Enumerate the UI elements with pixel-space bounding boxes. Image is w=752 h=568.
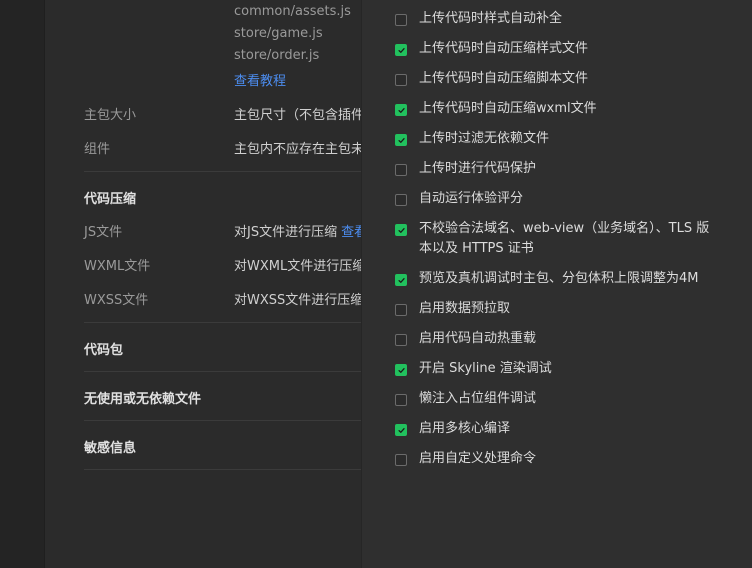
divider	[84, 469, 361, 470]
setting-option[interactable]: 上传代码时自动压缩wxml文件	[395, 101, 735, 119]
setting-option-label: 开启 Skyline 渲染调试	[419, 361, 552, 376]
local-settings-panel: 上传代码时样式自动补全上传代码时自动压缩样式文件 上传代码时自动压缩脚本文件 上传代…	[361, 0, 752, 568]
setting-option-label: 上传代码时自动压缩wxml文件	[419, 101, 597, 116]
section-code-package[interactable]: 代码包	[84, 339, 123, 358]
checkmark-icon	[397, 227, 405, 233]
setting-option[interactable]: 启用自定义处理命令	[395, 451, 735, 469]
setting-option[interactable]: 预览及真机调试时主包、分包体积上限调整为4M	[395, 271, 735, 289]
setting-option-label: 上传代码时自动压缩脚本文件	[419, 71, 589, 86]
checkbox-unchecked[interactable]	[395, 454, 407, 466]
checkbox-unchecked[interactable]	[395, 74, 407, 86]
components-value: 主包内不应存在主包未	[234, 142, 361, 157]
wxss-file-label: WXSS文件	[84, 293, 149, 308]
checkmark-icon	[397, 367, 405, 373]
checkbox-checked[interactable]	[395, 364, 407, 376]
file-path: store/game.js	[234, 26, 323, 41]
file-path: common/assets.js	[234, 4, 351, 19]
checkmark-icon	[397, 47, 405, 53]
checkbox-checked[interactable]	[395, 424, 407, 436]
setting-option[interactable]: 开启 Skyline 渲染调试	[395, 361, 735, 379]
wxml-file-label: WXML文件	[84, 259, 151, 274]
setting-option-label: 上传代码时样式自动补全	[419, 11, 563, 26]
checkbox-checked[interactable]	[395, 44, 407, 56]
checkbox-checked[interactable]	[395, 134, 407, 146]
section-unused-files[interactable]: 无使用或无依赖文件	[84, 388, 201, 407]
js-file-label: JS文件	[84, 225, 123, 240]
js-file-text: 对JS文件进行压缩	[234, 225, 338, 240]
checkbox-unchecked[interactable]	[395, 194, 407, 206]
section-code-compress[interactable]: 代码压缩	[84, 188, 136, 207]
setting-option-label: 不校验合法域名、web-view（业务域名）、TLS 版本以及 HTTPS 证书	[419, 221, 710, 256]
setting-option[interactable]: 上传时进行代码保护	[395, 161, 735, 179]
checkbox-checked[interactable]	[395, 224, 407, 236]
setting-option-label: 懒注入占位组件调试	[419, 391, 537, 406]
view-tutorial-link[interactable]: 查看教程	[234, 70, 286, 89]
setting-option-label: 自动运行体验评分	[419, 191, 524, 206]
checkmark-icon	[397, 277, 405, 283]
wxss-file-value: 对WXSS文件进行压缩	[234, 293, 361, 308]
checkmark-icon	[397, 137, 405, 143]
setting-option[interactable]: 不校验合法域名、web-view（业务域名）、TLS 版本以及 HTTPS 证书	[395, 221, 735, 259]
checkbox-unchecked[interactable]	[395, 334, 407, 346]
setting-option[interactable]: 上传代码时自动压缩样式文件	[395, 41, 735, 59]
section-sensitive-info[interactable]: 敏感信息	[84, 437, 136, 456]
setting-option[interactable]: 上传时过滤无依赖文件	[395, 131, 735, 149]
checkbox-unchecked[interactable]	[395, 164, 407, 176]
checkbox-unchecked[interactable]	[395, 14, 407, 26]
setting-option[interactable]: 启用数据预拉取	[395, 301, 735, 319]
code-quality-panel: common/assets.js store/game.js store/ord…	[45, 0, 361, 568]
js-file-value: 对JS文件进行压缩 查看	[234, 221, 361, 240]
file-path: store/order.js	[234, 48, 320, 63]
setting-option-label: 上传时进行代码保护	[419, 161, 537, 176]
setting-option-label: 启用代码自动热重载	[419, 331, 537, 346]
divider	[84, 322, 361, 323]
checkmark-icon	[397, 107, 405, 113]
divider	[84, 420, 361, 421]
main-package-size-value: 主包尺寸（不包含插件	[234, 108, 361, 123]
main-package-size-label: 主包大小	[84, 108, 137, 123]
setting-option-label: 启用自定义处理命令	[419, 451, 537, 466]
setting-option-label: 预览及真机调试时主包、分包体积上限调整为4M	[419, 271, 699, 286]
checkbox-unchecked[interactable]	[395, 304, 407, 316]
setting-option[interactable]: 上传代码时自动压缩脚本文件	[395, 71, 735, 89]
setting-option-label: 启用数据预拉取	[419, 301, 511, 316]
divider	[84, 371, 361, 372]
setting-option-label: 上传代码时自动压缩样式文件	[419, 41, 589, 56]
setting-option[interactable]: 上传代码时样式自动补全	[395, 11, 735, 29]
components-label: 组件	[84, 142, 111, 157]
setting-option[interactable]: 自动运行体验评分	[395, 191, 735, 209]
setting-option[interactable]: 启用代码自动热重载	[395, 331, 735, 349]
left-strip	[0, 0, 45, 568]
checkbox-checked[interactable]	[395, 104, 407, 116]
checkbox-checked[interactable]	[395, 274, 407, 286]
wxml-file-value: 对WXML文件进行压缩	[234, 259, 361, 274]
js-file-view-link[interactable]: 查看	[341, 225, 361, 240]
checkbox-unchecked[interactable]	[395, 394, 407, 406]
checkmark-icon	[397, 427, 405, 433]
divider	[84, 171, 361, 172]
setting-option-label: 上传时过滤无依赖文件	[419, 131, 550, 146]
setting-option[interactable]: 启用多核心编译	[395, 421, 735, 439]
setting-option-label: 启用多核心编译	[419, 421, 511, 436]
setting-option[interactable]: 懒注入占位组件调试	[395, 391, 735, 409]
